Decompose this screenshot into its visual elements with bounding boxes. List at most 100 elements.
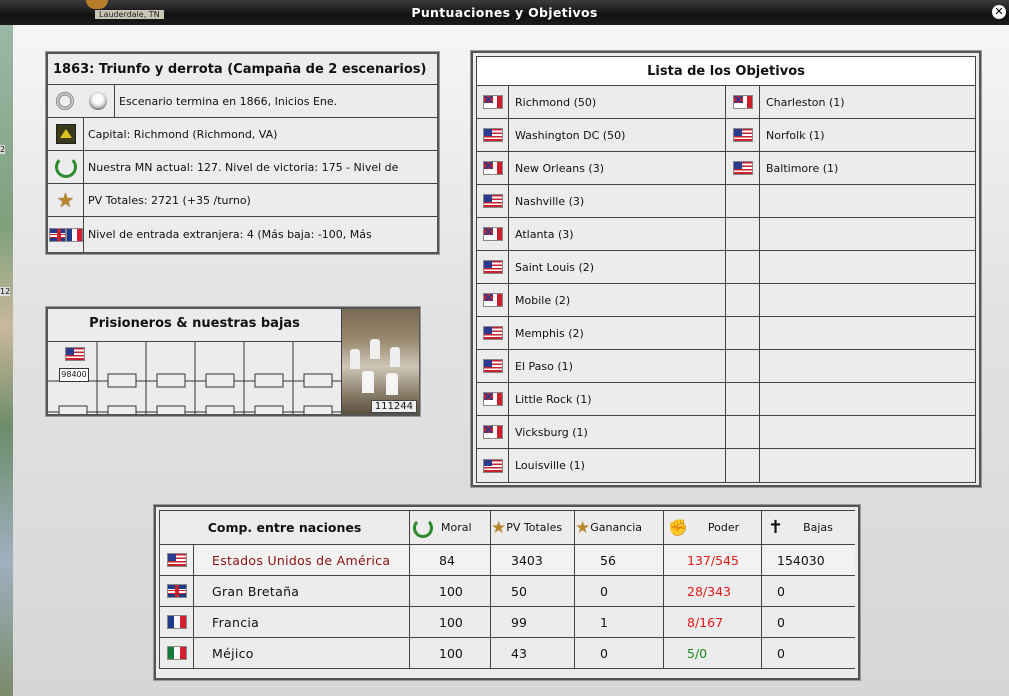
- nation-row[interactable]: Estados Unidos de América 84 3403 56 137/545…: [159, 545, 855, 576]
- scenario-row: Escenario termina en 1866, Inicios Ene.: [48, 85, 437, 118]
- map-background-strip: 2 12: [0, 25, 13, 696]
- objective-name[interactable]: Richmond (50): [509, 96, 596, 109]
- header-pv: PV Totales: [506, 521, 563, 534]
- union-flag-icon: [482, 326, 503, 340]
- objective-row: Richmond (50) Charleston (1): [477, 86, 975, 119]
- fr-flag-icon: [166, 615, 187, 629]
- nation-row[interactable]: Méjico 100 43 0 5/0 0: [159, 638, 855, 669]
- nation-power: 8/167: [687, 614, 724, 630]
- objective-name[interactable]: New Orleans (3): [509, 162, 604, 175]
- nation-pv: 99: [511, 614, 527, 630]
- nation-gain: 0: [600, 583, 608, 599]
- nation-power: 28/343: [687, 583, 731, 599]
- union-flag-icon: [482, 128, 503, 142]
- objective-name[interactable]: Baltimore (1): [760, 162, 838, 175]
- france-flag-icon: [65, 227, 83, 242]
- objective-name[interactable]: Memphis (2): [509, 327, 584, 340]
- nation-pv: 43: [511, 645, 527, 661]
- header-nations: Comp. entre naciones: [207, 520, 362, 535]
- objective-name[interactable]: Atlanta (3): [509, 228, 574, 241]
- scenario-row: Nuestra MN actual: 127. Nivel de victori…: [48, 151, 437, 184]
- prisoners-value: 98400: [59, 368, 89, 382]
- objective-name[interactable]: Norfolk (1): [760, 129, 825, 142]
- scenario-title-row: 1863: Triunfo y derrota (Campaña de 2 es…: [48, 54, 437, 85]
- objective-name[interactable]: Saint Louis (2): [509, 261, 594, 274]
- objectives-title: Lista de los Objetivos: [647, 64, 805, 79]
- objective-row: Louisville (1): [477, 449, 975, 482]
- objective-name[interactable]: Vicksburg (1): [509, 426, 588, 439]
- scenario-end-text: Escenario termina en 1866, Inicios Ene.: [119, 94, 338, 108]
- star-icon: ★: [56, 188, 75, 212]
- nation-row[interactable]: Gran Bretaña 100 50 0 28/343 0: [159, 576, 855, 607]
- nations-table: Comp. entre naciones Moral ★ PV Totales ★ Gan…: [159, 510, 855, 675]
- objective-row: Vicksburg (1): [477, 416, 975, 449]
- scenario-row: Capital: Richmond (Richmond, VA): [48, 118, 437, 151]
- star-icon: ★: [491, 517, 507, 538]
- scores-panel: 1863: Triunfo y derrota (Campaña de 2 es…: [13, 25, 1009, 696]
- prisoners-box: Prisioneros & nuestras bajas 98400 11124…: [45, 306, 421, 417]
- arm-power-icon: ✊: [668, 518, 688, 537]
- morale-text: Nuestra MN actual: 127. Nivel de victori…: [88, 160, 399, 174]
- clock-icon: [55, 92, 74, 110]
- nation-moral: 100: [439, 645, 463, 661]
- confederate-flag-icon: [482, 227, 503, 241]
- confederate-flag-icon: [732, 95, 753, 109]
- window-title: Puntuaciones y Objetivos: [411, 5, 598, 20]
- confederate-flag-icon: [482, 392, 503, 406]
- objective-row: New Orleans (3) Baltimore (1): [477, 152, 975, 185]
- nation-gain: 0: [600, 645, 608, 661]
- union-flag-icon: [482, 260, 503, 274]
- scenario-box: 1863: Triunfo y derrota (Campaña de 2 es…: [45, 51, 440, 255]
- nation-losses: 0: [777, 645, 785, 661]
- laurel-icon: [413, 517, 433, 538]
- us-flag-icon: [166, 553, 187, 567]
- objective-row: Saint Louis (2): [477, 251, 975, 284]
- union-flag-icon: [482, 359, 503, 373]
- us-flag-icon: [65, 347, 85, 361]
- scenario-row: ★ PV Totales: 2721 (+35 /turno): [48, 184, 437, 217]
- objective-name[interactable]: Washington DC (50): [509, 129, 625, 142]
- skull-icon: [88, 92, 107, 110]
- confederate-flag-icon: [482, 161, 503, 175]
- objective-name[interactable]: Charleston (1): [760, 96, 845, 109]
- nation-moral: 100: [439, 614, 463, 630]
- capital-text: Capital: Richmond (Richmond, VA): [88, 127, 278, 141]
- nation-name: Méjico: [212, 645, 254, 661]
- header-power: Poder: [707, 521, 740, 534]
- confederate-flag-icon: [482, 425, 503, 439]
- union-flag-icon: [732, 128, 753, 142]
- objective-name[interactable]: El Paso (1): [509, 360, 573, 373]
- casualties-value: 111244: [370, 400, 417, 413]
- nation-row[interactable]: Francia 100 99 1 8/167 0: [159, 607, 855, 638]
- header-moral: Moral: [441, 521, 472, 534]
- nation-pv: 3403: [511, 552, 543, 568]
- nation-losses: 0: [777, 583, 785, 599]
- victory-points-text: PV Totales: 2721 (+35 /turno): [88, 193, 251, 207]
- foreign-entry-text: Nivel de entrada extranjera: 4 (Más baja…: [88, 228, 372, 241]
- nation-name: Estados Unidos de América: [212, 552, 391, 568]
- nation-power: 137/545: [687, 552, 739, 568]
- laurel-icon: [54, 156, 77, 178]
- cemetery-image: 111244: [341, 309, 419, 414]
- close-icon[interactable]: ✕: [992, 5, 1006, 19]
- prisoners-title: Prisioneros & nuestras bajas: [89, 316, 300, 331]
- map-strip-label: 12: [0, 287, 11, 296]
- objectives-list: Richmond (50) Charleston (1) Washington DC…: [476, 86, 976, 483]
- nation-losses: 154030: [777, 552, 825, 568]
- cross-icon: ✝: [768, 517, 784, 538]
- objective-row: Washington DC (50) Norfolk (1): [477, 119, 975, 152]
- objective-name[interactable]: Louisville (1): [509, 459, 585, 472]
- objective-row: Memphis (2): [477, 317, 975, 350]
- prisoners-chart: [48, 342, 341, 414]
- objective-row: Little Rock (1): [477, 383, 975, 416]
- nation-gain: 56: [600, 552, 616, 568]
- nation-moral: 84: [439, 552, 455, 568]
- nations-header-row: Comp. entre naciones Moral ★ PV Totales ★ Gan…: [159, 510, 855, 545]
- objective-name[interactable]: Mobile (2): [509, 294, 570, 307]
- header-losses: Bajas: [803, 521, 833, 534]
- scenario-row: Nivel de entrada extranjera: 4 (Más baja…: [48, 217, 437, 252]
- objective-name[interactable]: Little Rock (1): [509, 393, 592, 406]
- scenario-title: 1863: Triunfo y derrota (Campaña de 2 es…: [53, 61, 427, 77]
- nation-pv: 50: [511, 583, 527, 599]
- objective-name[interactable]: Nashville (3): [509, 195, 584, 208]
